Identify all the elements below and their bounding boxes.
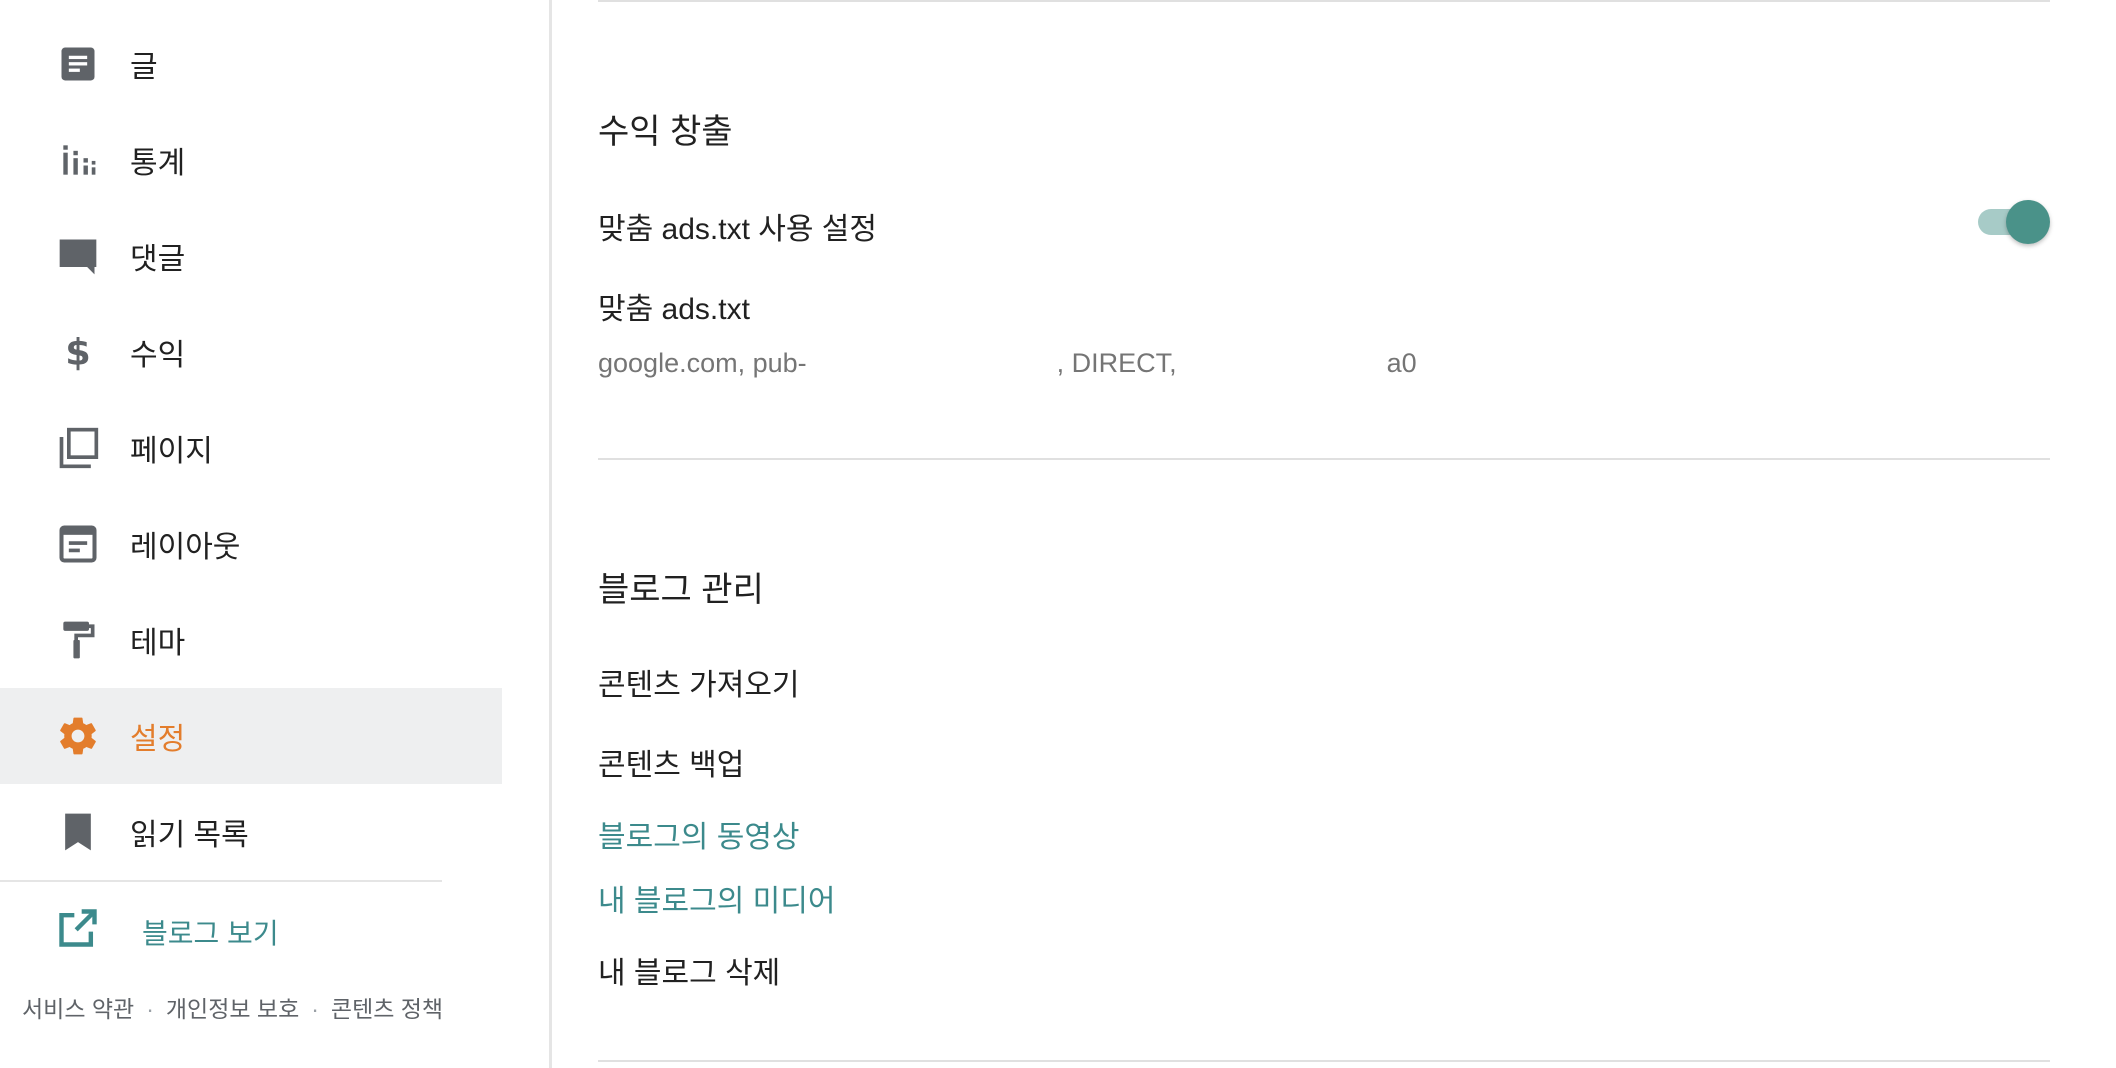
section-divider <box>598 0 2050 2</box>
sidebar-item-label: 댓글 <box>130 243 186 276</box>
blogger-settings-app: 글 통계 댓글 $ 수익 페이지 레이아웃 테마 설정 읽기 목록 블로그 보기… <box>0 0 2116 1068</box>
ads-value-part: , DIRECT, <box>1056 348 1177 378</box>
posts-icon <box>54 40 102 88</box>
view-blog-link[interactable]: 블로그 보기 <box>0 882 502 978</box>
ads-value-part: google.com, pub- <box>598 348 807 378</box>
sidebar-item-label: 설정 <box>130 723 186 756</box>
terms-link[interactable]: 서비스 약관 <box>22 996 134 1022</box>
custom-ads-setting[interactable]: 맞춤 ads.txt <box>598 284 750 328</box>
sidebar-item-layout[interactable]: 레이아웃 <box>0 496 502 592</box>
sidebar-item-comments[interactable]: 댓글 <box>0 208 502 304</box>
content-policy-link[interactable]: 콘텐츠 정책 <box>331 996 443 1022</box>
dollar-icon: $ <box>54 328 102 376</box>
toggle-knob <box>2006 200 2050 244</box>
comments-icon <box>54 232 102 280</box>
import-content-setting[interactable]: 콘텐츠 가져오기 <box>598 660 800 704</box>
sidebar-item-label: 수익 <box>130 339 186 372</box>
svg-text:$: $ <box>65 331 91 374</box>
sidebar-item-label: 테마 <box>130 627 186 660</box>
custom-ads-toggle[interactable] <box>1976 200 2052 244</box>
sidebar-item-label: 페이지 <box>130 435 213 468</box>
ads-value-part: a0 <box>1386 348 1417 378</box>
footer-links: 서비스 약관 · 개인정보 보호 · 콘텐츠 정책 <box>22 990 443 1024</box>
external-link-icon <box>56 906 104 954</box>
blog-videos-link[interactable]: 블로그의 동영상 <box>598 812 800 856</box>
blog-management-section-title: 블로그 관리 <box>598 571 764 609</box>
pages-icon <box>54 424 102 472</box>
stats-icon <box>54 136 102 184</box>
sidebar-item-theme[interactable]: 테마 <box>0 592 502 688</box>
paint-roller-icon <box>54 616 102 664</box>
gear-icon <box>54 712 102 760</box>
sidebar-item-reading-list[interactable]: 읽기 목록 <box>0 784 502 880</box>
backup-content-setting[interactable]: 콘텐츠 백업 <box>598 740 744 784</box>
bookmark-icon <box>54 808 102 856</box>
layout-icon <box>54 520 102 568</box>
custom-ads-value[interactable]: google.com, pub- , DIRECT, a0 <box>598 348 1417 379</box>
privacy-link[interactable]: 개인정보 보호 <box>166 996 299 1022</box>
custom-ads-enable-label: 맞춤 ads.txt 사용 설정 <box>598 213 877 246</box>
separator-dot: · <box>146 996 154 1022</box>
view-blog-label: 블로그 보기 <box>142 918 279 949</box>
sidebar-item-label: 레이아웃 <box>130 531 241 564</box>
sidebar-item-stats[interactable]: 통계 <box>0 112 502 208</box>
sidebar-item-settings[interactable]: 설정 <box>0 688 502 784</box>
sidebar: 글 통계 댓글 $ 수익 페이지 레이아웃 테마 설정 읽기 목록 블로그 보기… <box>0 0 552 1068</box>
sidebar-item-posts[interactable]: 글 <box>0 16 502 112</box>
settings-main: 수익 창출 맞춤 ads.txt 사용 설정 맞춤 ads.txt google… <box>552 0 2116 1068</box>
monetization-section-title: 수익 창출 <box>598 113 733 151</box>
sidebar-item-pages[interactable]: 페이지 <box>0 400 502 496</box>
section-divider <box>598 458 2050 460</box>
sidebar-item-earnings[interactable]: $ 수익 <box>0 304 502 400</box>
sidebar-item-label: 통계 <box>130 147 186 180</box>
separator-dot: · <box>311 996 319 1022</box>
sidebar-item-label: 글 <box>130 51 158 84</box>
delete-blog-setting[interactable]: 내 블로그 삭제 <box>598 948 780 992</box>
sidebar-item-label: 읽기 목록 <box>130 819 249 852</box>
blog-media-link[interactable]: 내 블로그의 미디어 <box>598 876 835 920</box>
section-divider <box>598 1060 2050 1062</box>
